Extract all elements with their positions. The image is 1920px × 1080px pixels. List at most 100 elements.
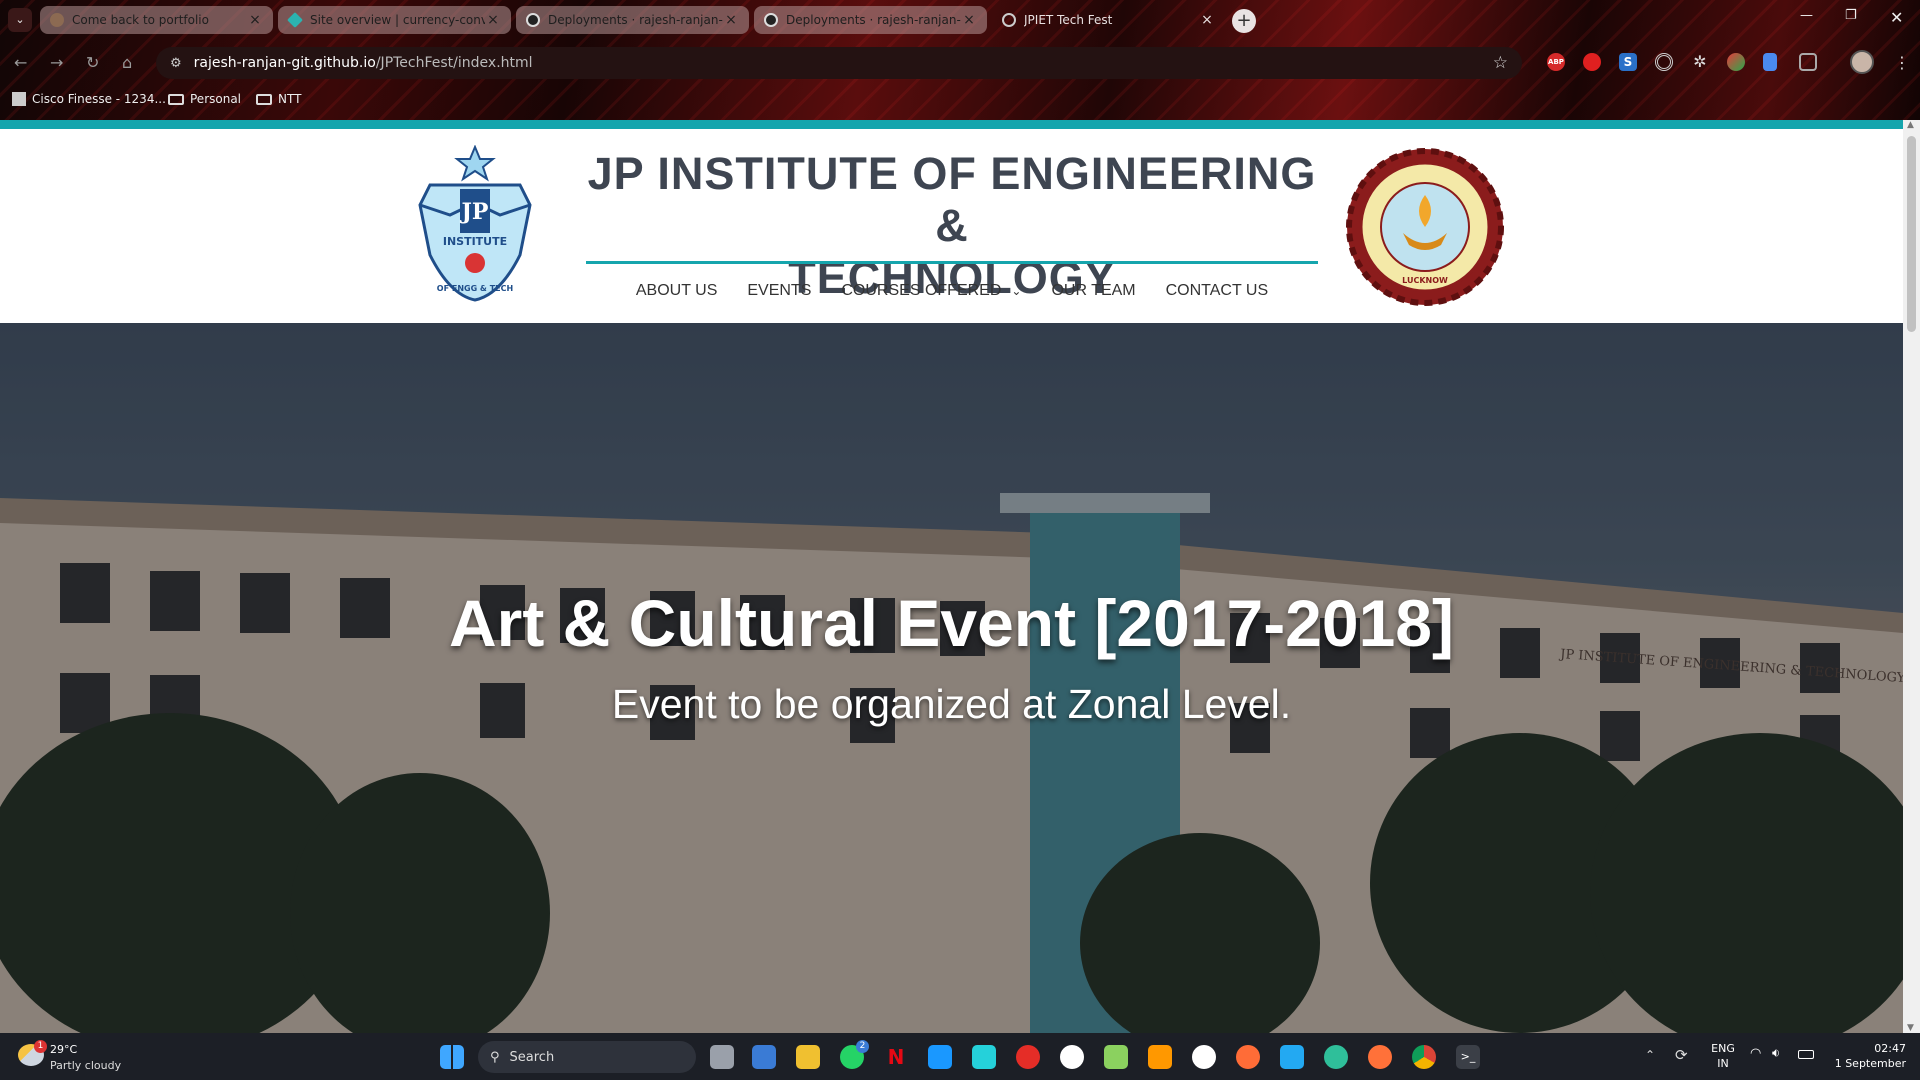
close-window-icon[interactable]: ✕ — [1890, 8, 1903, 27]
bookmark-star-icon[interactable]: ☆ — [1493, 53, 1508, 73]
file-explorer-icon[interactable] — [796, 1045, 820, 1069]
svg-text:JP: JP — [460, 199, 489, 225]
weather-temp: 29°C — [50, 1043, 78, 1056]
institute-logo[interactable]: JP INSTITUTE OF ENGG & TECH — [410, 144, 540, 305]
start-windows-icon[interactable] — [440, 1045, 464, 1069]
weather-widget[interactable]: 1 29°C Partly cloudy — [18, 1040, 138, 1074]
scrollbar-thumb[interactable] — [1907, 136, 1916, 332]
github-favicon-icon — [526, 13, 540, 27]
reload-icon[interactable]: ↻ — [86, 53, 99, 72]
chevron-down-icon: ⌄ — [1011, 284, 1022, 298]
restore-icon[interactable]: ❐ — [1845, 8, 1857, 23]
nav-item-our-team[interactable]: OUR TEAM — [1051, 282, 1135, 300]
youtube-icon[interactable] — [1016, 1045, 1040, 1069]
tab-search-button[interactable]: ⌄ — [8, 8, 32, 32]
terminal-icon[interactable]: >_ — [1456, 1045, 1480, 1069]
clock[interactable]: 02:47 1 September — [1826, 1041, 1906, 1071]
tab-portfolio[interactable]: Come back to portfolio × — [40, 6, 273, 34]
extension-s-icon[interactable]: S — [1619, 53, 1637, 71]
forward-icon[interactable]: → — [50, 53, 63, 72]
bookmark-label: Personal — [190, 92, 242, 106]
tab-title: Site overview | currency-conver — [310, 13, 485, 27]
language-code: ENG — [1711, 1042, 1735, 1055]
tab-deployments-2[interactable]: Deployments · rajesh-ranjan-gi × — [754, 6, 987, 34]
sync-icon[interactable]: ⟳ — [1675, 1046, 1688, 1064]
svg-text:INSTITUTE: INSTITUTE — [443, 235, 507, 248]
globe-favicon-icon — [1002, 13, 1016, 27]
battery-icon[interactable] — [1798, 1050, 1814, 1059]
extension-leaf-icon[interactable] — [1727, 53, 1745, 71]
search-label: Search — [509, 1049, 555, 1065]
tab-site-overview[interactable]: Site overview | currency-conver × — [278, 6, 511, 34]
home-icon[interactable]: ⌂ — [122, 53, 132, 72]
store-icon[interactable] — [752, 1045, 776, 1069]
extensions-puzzle-icon[interactable] — [1799, 53, 1817, 71]
vscode-icon[interactable] — [1280, 1045, 1304, 1069]
tab-title: Deployments · rajesh-ranjan-gi — [786, 13, 961, 27]
notepad-icon[interactable] — [1104, 1045, 1128, 1069]
adblock-icon[interactable]: ABP — [1547, 53, 1565, 71]
extension-red-icon[interactable] — [1583, 53, 1601, 71]
close-tab-icon[interactable]: × — [961, 12, 977, 28]
language-indicator[interactable]: ENG IN — [1708, 1041, 1738, 1071]
close-tab-icon[interactable]: × — [247, 12, 263, 28]
sublime-text-icon[interactable] — [1148, 1045, 1172, 1069]
bookmark-cisco[interactable]: Cisco Finesse - 1234... — [12, 92, 166, 106]
tab-title: Deployments · rajesh-ranjan-gi — [548, 13, 723, 27]
cisco-favicon-icon — [12, 92, 26, 106]
postman-icon[interactable] — [1236, 1045, 1260, 1069]
close-tab-icon[interactable]: × — [485, 12, 501, 28]
minimize-icon[interactable]: — — [1800, 8, 1813, 23]
extension-target-icon[interactable] — [1655, 53, 1673, 71]
tab-jpiet-techfest[interactable]: JPIET Tech Fest × — [992, 6, 1225, 34]
close-tab-icon[interactable]: × — [1199, 12, 1215, 28]
bookmark-label: Cisco Finesse - 1234... — [32, 92, 166, 106]
back-icon[interactable]: ← — [14, 53, 27, 72]
firefox-icon[interactable] — [1368, 1045, 1392, 1069]
task-view-icon[interactable] — [710, 1045, 734, 1069]
tray-chevron-up-icon[interactable]: ⌃ — [1645, 1048, 1655, 1062]
bookmark-folder-ntt[interactable]: NTT — [256, 92, 301, 106]
extension-gear-icon[interactable]: ✲ — [1691, 53, 1709, 71]
extension-doc-icon[interactable] — [1763, 53, 1777, 71]
netflix-icon[interactable]: N — [884, 1045, 908, 1069]
mongodb-compass-icon[interactable] — [1192, 1045, 1216, 1069]
prime-video-icon[interactable] — [928, 1045, 952, 1069]
netlify-favicon-icon — [287, 12, 303, 28]
weather-desc: Partly cloudy — [50, 1059, 122, 1072]
tab-title: JPIET Tech Fest — [1024, 13, 1113, 27]
nav-item-contact-us[interactable]: CONTACT US — [1166, 282, 1269, 300]
github-icon[interactable] — [1060, 1045, 1084, 1069]
address-bar[interactable]: ⚙ rajesh-ranjan-git.github.io/JPTechFest… — [156, 47, 1522, 79]
menu-dots-icon[interactable]: ⋮ — [1893, 53, 1911, 72]
nav-item-about-us[interactable]: ABOUT US — [636, 282, 718, 300]
taskbar-search[interactable]: ⚲ Search — [478, 1041, 696, 1073]
bookmark-folder-personal[interactable]: Personal — [168, 92, 241, 106]
close-tab-icon[interactable]: × — [723, 12, 739, 28]
new-tab-button[interactable]: + — [1232, 9, 1256, 33]
amazon-music-icon[interactable] — [972, 1045, 996, 1069]
search-icon: ⚲ — [490, 1049, 500, 1065]
weather-badge: 1 — [34, 1040, 47, 1053]
profile-avatar[interactable] — [1850, 50, 1874, 74]
whatsapp-badge: 2 — [856, 1040, 869, 1053]
university-logo[interactable]: LUCKNOW — [1345, 147, 1505, 307]
url-host: rajesh-ranjan-git.github.io — [193, 55, 376, 71]
nav-item-courses-offered[interactable]: COURSES OFFERED ⌄ — [841, 282, 1021, 300]
hero-subtitle: Event to be organized at Zonal Level. — [611, 681, 1292, 727]
tab-deployments-1[interactable]: Deployments · rajesh-ranjan-gi × — [516, 6, 749, 34]
scroll-down-icon[interactable]: ▼ — [1907, 1023, 1914, 1033]
nav-item-label: COURSES OFFERED — [841, 282, 1002, 299]
chrome-icon[interactable] — [1412, 1045, 1436, 1069]
volume-icon[interactable]: 🔉︎ — [1772, 1046, 1780, 1061]
scroll-up-icon[interactable]: ▲ — [1907, 120, 1914, 130]
nav-item-events[interactable]: EVENTS — [747, 282, 811, 300]
folder-icon — [168, 93, 184, 105]
edge-icon[interactable] — [1324, 1045, 1348, 1069]
wifi-icon[interactable]: ◠ — [1750, 1046, 1761, 1061]
github-favicon-icon — [764, 13, 778, 27]
page-scrollbar[interactable]: ▲ ▼ — [1903, 120, 1920, 1033]
college-building-image: JP INSTITUTE OF ENGINEERING & TECHNOLOGY — [0, 323, 1903, 1033]
site-info-icon[interactable]: ⚙ — [170, 56, 182, 71]
folder-icon — [256, 93, 272, 105]
